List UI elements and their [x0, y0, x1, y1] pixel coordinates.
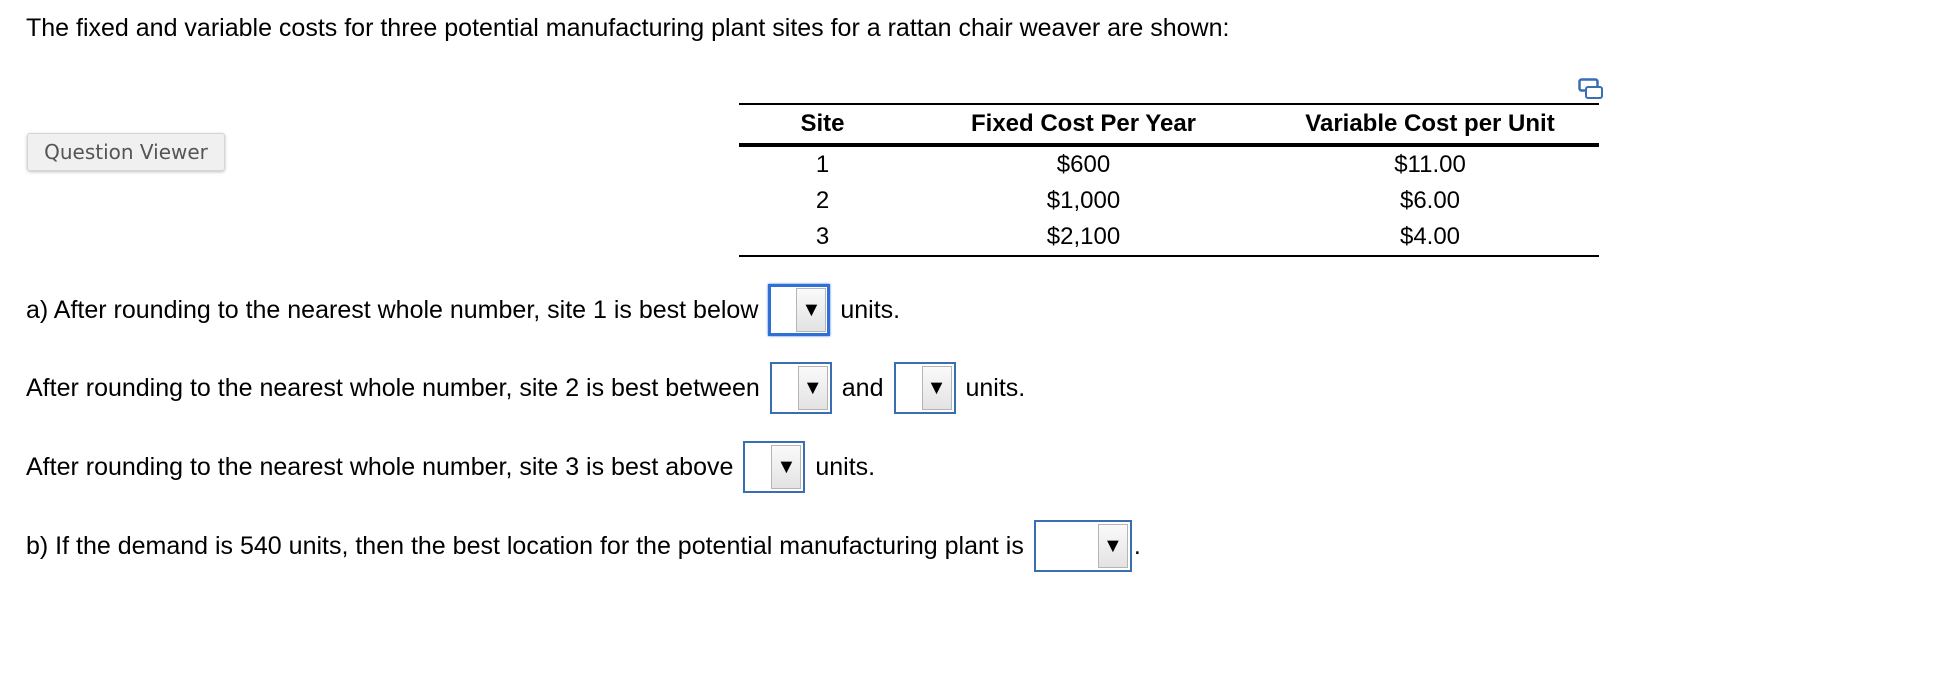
- site2-high-dropdown[interactable]: ▼: [893, 362, 956, 414]
- chevron-down-icon: ▼: [796, 288, 827, 332]
- chevron-down-icon: ▼: [921, 366, 952, 410]
- question-site3-line: After rounding to the nearest whole numb…: [26, 439, 875, 495]
- chevron-down-icon: ▼: [1097, 524, 1128, 568]
- site1-below-dropdown[interactable]: ▼: [768, 284, 831, 336]
- cell-fixed-cost: $2,100: [1046, 223, 1121, 250]
- chevron-down-icon: ▼: [771, 445, 802, 489]
- cell-site: 3: [815, 223, 830, 250]
- cell-fixed-cost: $600: [1056, 151, 1111, 178]
- question-site3-suffix: units.: [815, 452, 876, 481]
- site3-above-dropdown[interactable]: ▼: [743, 441, 806, 493]
- best-location-dropdown[interactable]: ▼: [1033, 520, 1132, 572]
- cost-table: Site Fixed Cost Per Year Variable Cost p…: [739, 103, 1599, 257]
- question-b-text: b) If the demand is 540 units, then the …: [26, 531, 1024, 560]
- question-site2-and: and: [841, 373, 884, 402]
- question-a-suffix: units.: [840, 295, 901, 324]
- site2-low-dropdown[interactable]: ▼: [769, 362, 832, 414]
- copy-table-icon[interactable]: [1578, 78, 1604, 100]
- cell-fixed-cost: $1,000: [1046, 187, 1121, 214]
- cell-variable-cost: $4.00: [1399, 223, 1461, 250]
- header-site: Site: [800, 110, 845, 137]
- cell-variable-cost: $11.00: [1394, 151, 1466, 178]
- question-site2-line: After rounding to the nearest whole numb…: [26, 360, 1025, 416]
- question-a-text: a) After rounding to the nearest whole n…: [26, 295, 759, 324]
- question-b-suffix: .: [1133, 531, 1141, 560]
- cell-variable-cost: $6.00: [1399, 187, 1461, 214]
- chevron-down-icon: ▼: [797, 366, 828, 410]
- cell-site: 2: [815, 187, 830, 214]
- cell-site: 1: [815, 151, 830, 178]
- question-site2-suffix: units.: [965, 373, 1026, 402]
- table-row: 2 $1,000 $6.00: [739, 183, 1599, 219]
- header-variable-cost: Variable Cost per Unit: [1305, 110, 1555, 137]
- table-row: 3 $2,100 $4.00: [739, 219, 1599, 256]
- question-site2-text: After rounding to the nearest whole numb…: [26, 373, 760, 402]
- header-fixed-cost: Fixed Cost Per Year: [971, 110, 1196, 137]
- question-site3-text: After rounding to the nearest whole numb…: [26, 452, 734, 481]
- question-a-line: a) After rounding to the nearest whole n…: [26, 282, 900, 338]
- intro-text: The fixed and variable costs for three p…: [26, 14, 1230, 42]
- question-b-line: b) If the demand is 540 units, then the …: [26, 518, 1141, 574]
- table-row: 1 $600 $11.00: [739, 145, 1599, 183]
- table-header-row: Site Fixed Cost Per Year Variable Cost p…: [739, 104, 1599, 145]
- question-viewer-button[interactable]: Question Viewer: [27, 133, 225, 171]
